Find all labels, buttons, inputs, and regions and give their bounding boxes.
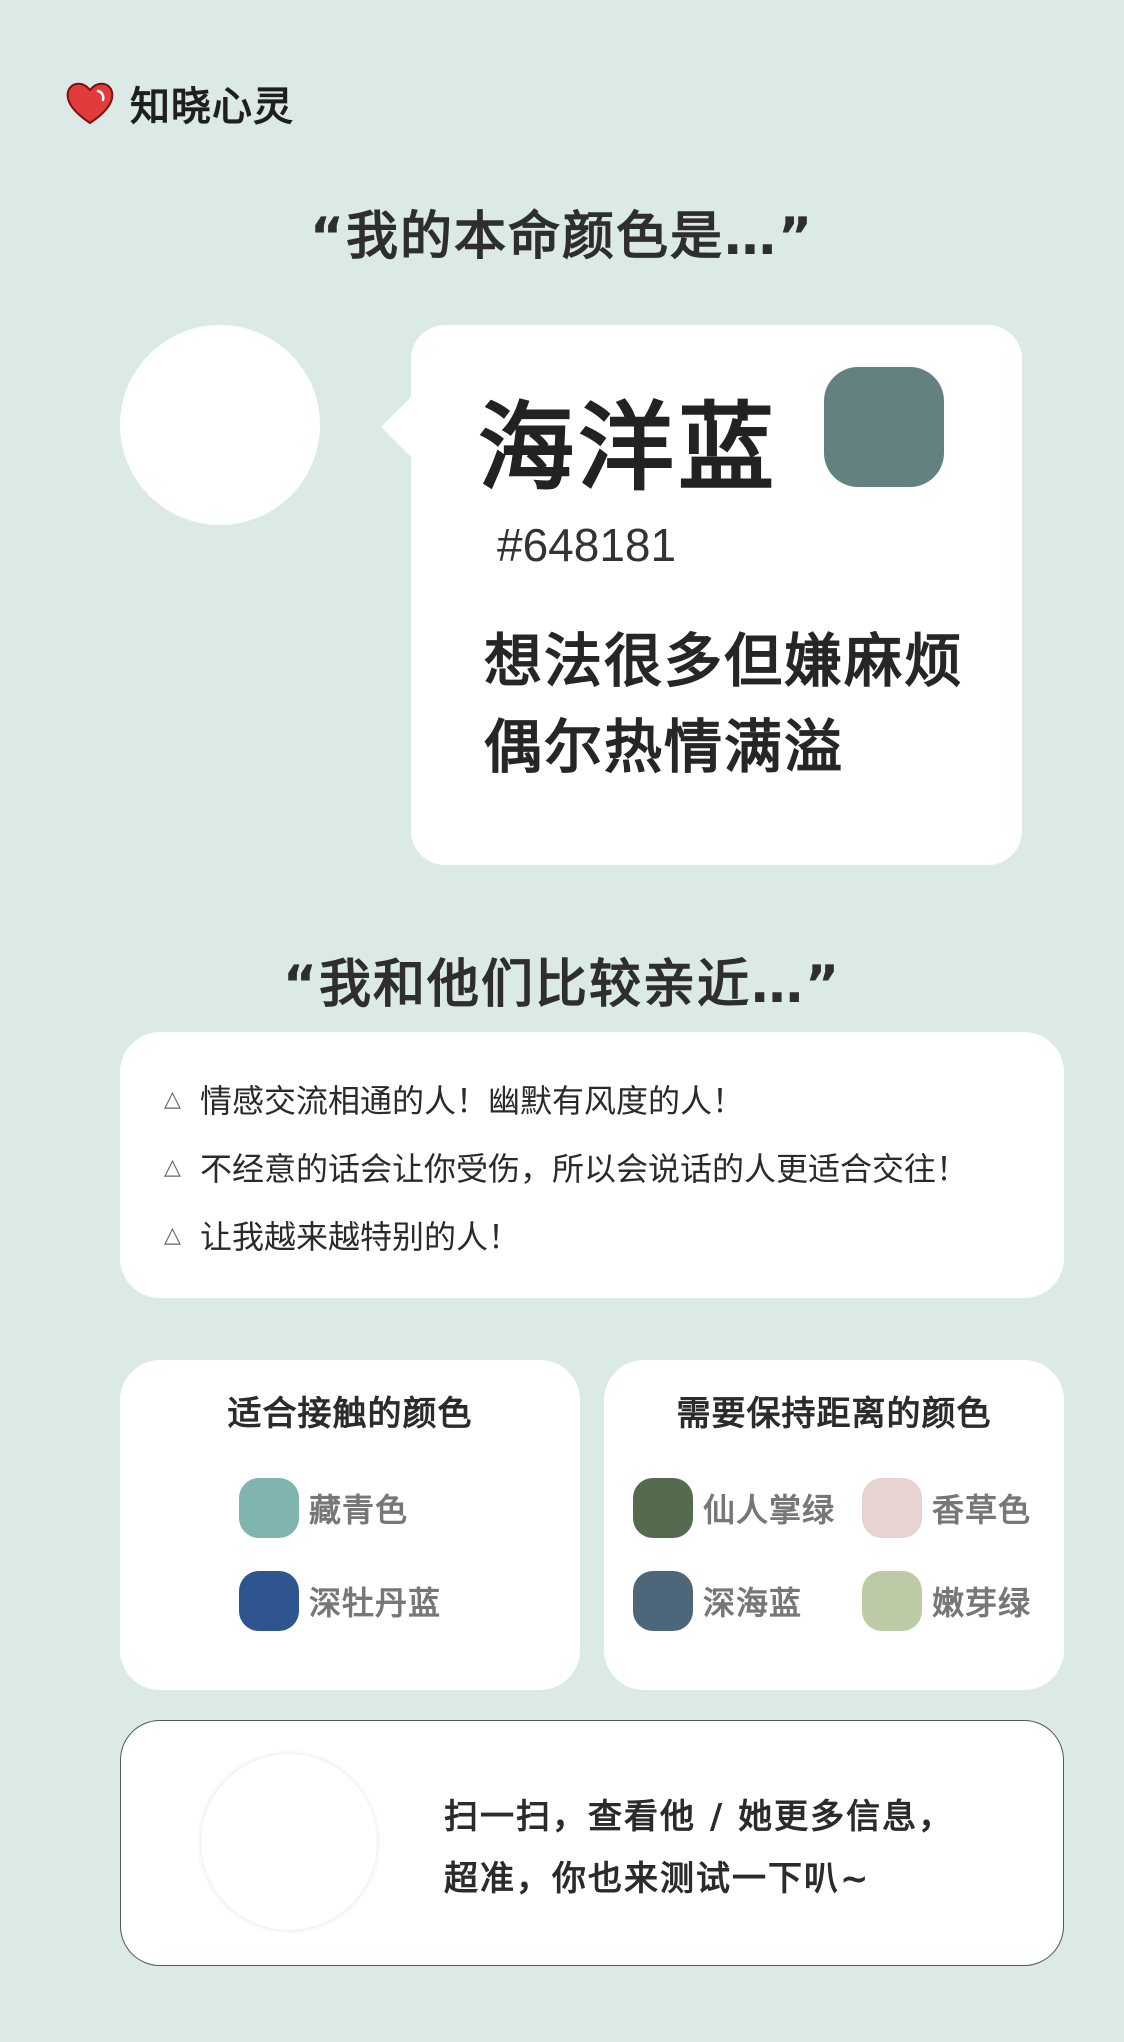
color-chip-label: 嫩芽绿 [932,1584,1032,1622]
trait-item: △ 让我越来越特别的人！ [164,1212,520,1258]
main-color-swatch [824,367,944,487]
color-description: 想法很多但嫌麻烦 偶尔热情满溢 [484,618,1004,790]
brand: 知晓心灵 [64,74,294,132]
footer-line: 超准，你也来测试一下叭~ [444,1859,871,1899]
suitable-colors-title: 适合接触的颜色 [227,1394,473,1434]
brand-name: 知晓心灵 [130,84,294,130]
own-color-heading: “我的本命颜色是…” [309,207,815,267]
color-chip: 深牡丹蓝 [239,1571,441,1631]
color-chip-label: 深牡丹蓝 [309,1584,442,1622]
color-chip-swatch [633,1478,693,1538]
avatar [120,325,320,525]
color-description-line: 想法很多但嫌麻烦 [484,627,965,695]
color-description-line: 偶尔热情满溢 [484,713,845,781]
triangle-icon: △ [164,1154,181,1180]
color-chip-label: 仙人掌绿 [703,1491,836,1529]
trait-text: 情感交流相通的人！幽默有风度的人！ [200,1082,745,1120]
color-chip-swatch [239,1478,299,1538]
qr-code[interactable] [201,1754,377,1930]
trait-text: 不经意的话会让你受伤，所以会说话的人更适合交往！ [200,1150,969,1188]
trait-item: △ 情感交流相通的人！幽默有风度的人！ [164,1076,744,1122]
color-chip-label: 香草色 [932,1491,1032,1529]
color-chip: 深海蓝 [633,1571,802,1631]
color-chip: 香草色 [862,1478,1031,1538]
trait-item: △ 不经意的话会让你受伤，所以会说话的人更适合交往！ [164,1144,968,1190]
triangle-icon: △ [164,1222,181,1248]
color-name: 海洋蓝 [478,392,778,504]
close-to-heading: “我和他们比较亲近…” [282,955,842,1015]
distance-colors-title: 需要保持距离的颜色 [676,1394,992,1434]
footer-text: 扫一扫，查看他 / 她更多信息， 超准，你也来测试一下叭~ [444,1786,1024,1910]
footer-line: 扫一扫，查看他 / 她更多信息， [444,1797,955,1837]
triangle-icon: △ [164,1086,181,1112]
color-chip-swatch [633,1571,693,1631]
trait-text: 让我越来越特别的人！ [200,1218,521,1256]
color-chip-label: 藏青色 [309,1491,409,1529]
color-chip-swatch [239,1571,299,1631]
color-hex: #648181 [497,519,677,571]
color-chip: 嫩芽绿 [862,1571,1031,1631]
color-chip: 藏青色 [239,1478,408,1538]
heart-icon [66,82,114,125]
speech-bubble-tail [381,393,415,461]
color-chip-swatch [862,1571,922,1631]
color-chip: 仙人掌绿 [633,1478,835,1538]
color-chip-swatch [862,1478,922,1538]
color-chip-label: 深海蓝 [703,1584,803,1622]
